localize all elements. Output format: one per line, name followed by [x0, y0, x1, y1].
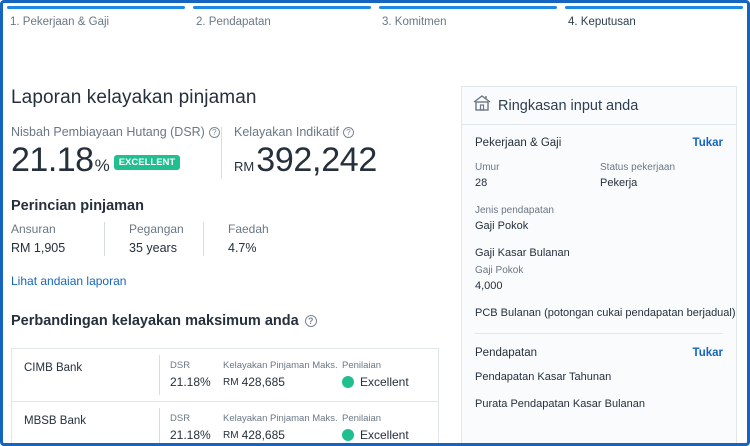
cell-value: 428,685: [241, 375, 285, 389]
step-pendapatan[interactable]: 2. Pendapatan: [189, 3, 375, 41]
income-type-value: Gaji Pokok: [475, 220, 529, 232]
step-pekerjaan-gaji[interactable]: 1. Pekerjaan & Gaji: [3, 3, 189, 41]
compare-title-text: Perbandingan kelayakan maksimum anda: [11, 313, 299, 329]
eligibility-currency: RM: [234, 159, 255, 174]
column-label: Penilaian: [342, 413, 382, 424]
detail-divider: [203, 222, 204, 256]
dsr-label: Nisbah Pembiayaan Hutang (DSR): [11, 125, 205, 139]
step-label: 2. Pendapatan: [196, 16, 271, 28]
view-assumptions-link[interactable]: Lihat andaian laporan: [11, 274, 126, 288]
step-label: 3. Komitmen: [382, 16, 447, 28]
detail-value: RM 1,905: [11, 241, 66, 255]
panel-header: Ringkasan input anda: [462, 87, 736, 125]
row-divider: [159, 408, 160, 446]
cell-value: 428,685: [241, 428, 285, 442]
dsr-cell: DSR 21.18%: [170, 413, 211, 442]
max-loan-cell: Kelayakan Pinjaman Maks. RM 428,685: [223, 413, 338, 442]
basic-salary-label: Gaji Pokok: [475, 265, 524, 276]
currency: RM: [223, 376, 239, 388]
eligibility-value: 392,242: [256, 141, 378, 179]
excellent-dot-icon: [342, 376, 354, 388]
basic-salary-value: 4,000: [475, 280, 503, 292]
detail-value: 35 years: [129, 241, 177, 255]
detail-tenure: Pegangan 35 years: [129, 222, 184, 255]
dsr-cell: DSR 21.18%: [170, 360, 211, 389]
detail-value: 4.7%: [228, 241, 257, 255]
section-divider: [475, 333, 723, 334]
bank-name: MBSB Bank: [24, 415, 86, 427]
column-label: DSR: [170, 360, 191, 371]
edit-job-button[interactable]: Tukar: [693, 137, 723, 149]
step-label: 1. Pekerjaan & Gaji: [10, 16, 110, 28]
dsr-value: 21.18: [11, 141, 94, 179]
edit-income-button[interactable]: Tukar: [693, 347, 723, 359]
section-title: Pekerjaan & Gaji: [475, 137, 562, 149]
avg-monthly-label: Purata Pendapatan Kasar Bulanan: [475, 398, 646, 410]
gross-monthly-label: Gaji Kasar Bulanan: [475, 247, 570, 259]
help-icon[interactable]: ?: [208, 126, 220, 138]
step-keputusan[interactable]: 4. Keputusan: [561, 3, 747, 41]
house-icon: [472, 93, 492, 118]
compare-title: Perbandingan kelayakan maksimum anda ?: [11, 313, 317, 329]
pcb-label: PCB Bulanan (potongan cukai pendapatan b…: [475, 307, 736, 319]
input-summary-panel: Ringkasan input anda Pekerjaan & Gaji Tu…: [461, 86, 737, 446]
detail-installment: Ansuran RM 1,905: [11, 222, 65, 255]
status-badge: EXCELLENT: [113, 155, 181, 170]
help-icon[interactable]: ?: [304, 315, 317, 327]
step-label: 4. Keputusan: [568, 16, 636, 28]
breakdown-title: Perincian pinjaman: [11, 198, 144, 214]
income-type-label: Jenis pendapatan: [475, 205, 554, 216]
column-label: DSR: [170, 413, 191, 424]
detail-divider: [104, 222, 105, 256]
cell-value: Excellent: [360, 375, 409, 389]
dsr-unit: %: [94, 156, 110, 175]
detail-label: Ansuran: [11, 222, 56, 236]
job-status-label: Status pekerjaan: [600, 162, 676, 173]
eligibility-metric: Kelayakan Indikatif ? RM 392,242: [234, 125, 377, 180]
detail-label: Faedah: [228, 222, 269, 236]
annual-gross-label: Pendapatan Kasar Tahunan: [475, 371, 612, 383]
job-section-header: Pekerjaan & Gaji Tukar: [475, 137, 723, 149]
progress-steps: 1. Pekerjaan & Gaji 2. Pendapatan 3. Kom…: [3, 3, 747, 41]
column-label: Kelayakan Pinjaman Maks.: [223, 413, 338, 424]
income-section-header: Pendapatan Tukar: [475, 347, 723, 359]
cell-value: Excellent: [360, 428, 409, 442]
age-label: Umur: [475, 162, 500, 173]
row-divider: [159, 355, 160, 395]
age-value: 28: [475, 177, 488, 189]
max-loan-cell: Kelayakan Pinjaman Maks. RM 428,685: [223, 360, 338, 389]
rating-cell: Penilaian Excellent: [342, 360, 409, 389]
excellent-dot-icon: [342, 429, 354, 441]
table-row: CIMB Bank DSR 21.18% Kelayakan Pinjaman …: [12, 349, 438, 401]
detail-label: Pegangan: [129, 222, 184, 236]
step-komitmen[interactable]: 3. Komitmen: [375, 3, 561, 41]
currency: RM: [223, 429, 239, 441]
column-label: Penilaian: [342, 360, 382, 371]
bank-comparison-table: CIMB Bank DSR 21.18% Kelayakan Pinjaman …: [11, 348, 439, 446]
help-icon[interactable]: ?: [342, 126, 354, 138]
metric-divider: [221, 127, 222, 179]
section-title: Pendapatan: [475, 347, 538, 359]
table-row: MBSB Bank DSR 21.18% Kelayakan Pinjaman …: [12, 401, 438, 446]
page-title: Laporan kelayakan pinjaman: [11, 87, 257, 108]
cell-value: 21.18%: [170, 375, 211, 389]
rating-cell: Penilaian Excellent: [342, 413, 409, 442]
column-label: Kelayakan Pinjaman Maks.: [223, 360, 338, 371]
bank-name: CIMB Bank: [24, 362, 83, 374]
panel-title: Ringkasan input anda: [498, 97, 639, 114]
cell-value: 21.18%: [170, 428, 211, 442]
detail-interest: Faedah 4.7%: [228, 222, 269, 255]
job-status-value: Pekerja: [600, 177, 638, 189]
dsr-metric: Nisbah Pembiayaan Hutang (DSR) ? 21.18 %…: [11, 125, 220, 180]
eligibility-label: Kelayakan Indikatif: [234, 125, 339, 139]
